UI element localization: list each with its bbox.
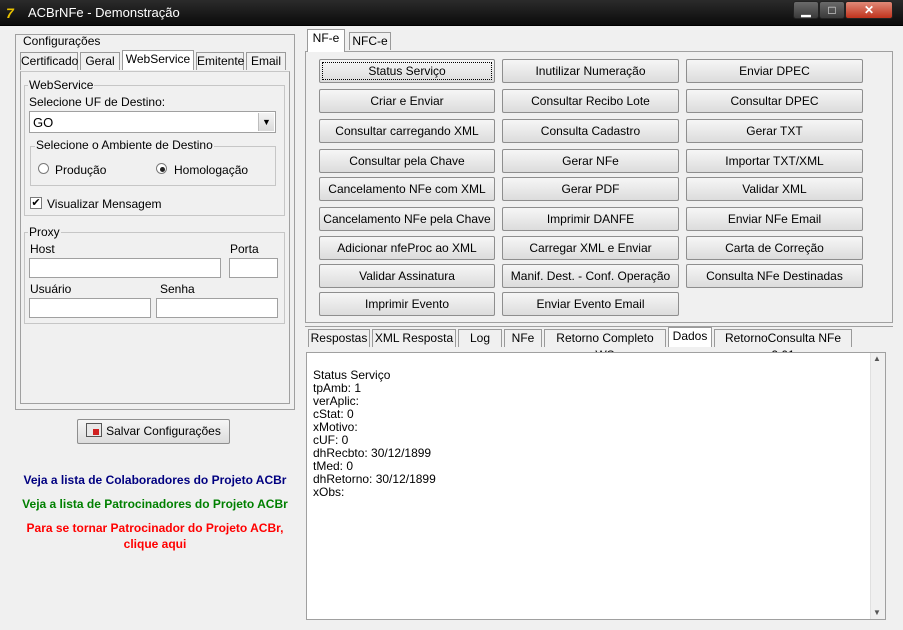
salvar-configuracoes-button[interactable]: Salvar Configurações	[77, 419, 230, 444]
enviar-evento-email-button[interactable]: Enviar Evento Email	[502, 292, 679, 316]
chevron-down-icon[interactable]: ▼	[258, 113, 274, 131]
usuario-label: Usuário	[30, 282, 72, 296]
scroll-down-icon[interactable]: ▼	[873, 608, 881, 617]
radio-homologacao[interactable]	[156, 163, 167, 174]
host-input[interactable]	[29, 258, 221, 278]
tab-nfe[interactable]: NF-e	[307, 29, 345, 52]
actions-panel: Status Serviço Criar e Enviar Consultar ca…	[305, 51, 893, 323]
cancelamento-nfe-pela-chave-button[interactable]: Cancelamento NFe pela Chave	[319, 207, 495, 231]
results-tabstrip: Respostas XML Resposta Log NFe Retorno Compl…	[308, 327, 888, 362]
radio-producao[interactable]	[38, 163, 49, 174]
link-patrocinadores[interactable]: Veja a lista de Patrocinadores do Projet…	[15, 496, 295, 512]
proxy-group-title: Proxy	[28, 225, 61, 239]
visualizar-checkbox[interactable]: ✔	[30, 197, 42, 209]
manif-dest-conf-operacao-button[interactable]: Manif. Dest. - Conf. Operação	[502, 264, 679, 288]
minimize-button[interactable]: ▁	[793, 1, 819, 19]
tab-nfce[interactable]: NFC-e	[349, 32, 391, 50]
usuario-input[interactable]	[29, 298, 151, 318]
tab-log[interactable]: Log	[458, 329, 502, 347]
close-button[interactable]: ✕	[845, 1, 893, 19]
tab-respostas[interactable]: Respostas	[308, 329, 370, 347]
memo-scrollbar[interactable]: ▲ ▼	[870, 353, 885, 619]
tab-webservice[interactable]: WebService	[122, 50, 194, 70]
tab-certificado[interactable]: Certificado	[20, 52, 78, 70]
tab-nfe[interactable]: NFe	[504, 329, 542, 347]
porta-input[interactable]	[229, 258, 278, 278]
webservice-group-title: WebService	[28, 78, 95, 92]
tab-retorno-completo-ws[interactable]: Retorno Completo WS	[544, 329, 666, 362]
scroll-up-icon[interactable]: ▲	[873, 354, 881, 363]
visualizar-label: Visualizar Mensagem	[47, 197, 162, 211]
senha-label: Senha	[160, 282, 195, 296]
memo-line: xObs:	[313, 485, 345, 499]
salvar-configuracoes-label: Salvar Configurações	[106, 424, 221, 438]
senha-input[interactable]	[156, 298, 278, 318]
cancelamento-nfe-com-xml-button[interactable]: Cancelamento NFe com XML	[319, 177, 495, 201]
validar-assinatura-button[interactable]: Validar Assinatura	[319, 264, 495, 288]
tab-xml-resposta[interactable]: XML Resposta	[372, 329, 456, 347]
status-servico-button[interactable]: Status Serviço	[319, 59, 495, 83]
config-tabstrip: Certificado Geral WebService Emitente Em…	[20, 50, 290, 72]
gerar-nfe-button[interactable]: Gerar NFe	[502, 149, 679, 173]
imprimir-evento-button[interactable]: Imprimir Evento	[319, 292, 495, 316]
consulta-nfe-destinadas-button[interactable]: Consulta NFe Destinadas	[686, 264, 863, 288]
uf-label: Selecione UF de Destino:	[29, 95, 166, 109]
porta-label: Porta	[230, 242, 259, 256]
enviar-dpec-button[interactable]: Enviar DPEC	[686, 59, 863, 83]
importar-txt-xml-button[interactable]: Importar TXT/XML	[686, 149, 863, 173]
consulta-cadastro-button[interactable]: Consulta Cadastro	[502, 119, 679, 143]
enviar-nfe-email-button[interactable]: Enviar NFe Email	[686, 207, 863, 231]
adicionar-nfeproc-ao-xml-button[interactable]: Adicionar nfeProc ao XML	[319, 236, 495, 260]
tab-dados[interactable]: Dados	[668, 327, 712, 347]
results-memo[interactable]: Status Serviço tpAmb: 1 verAplic: cStat: 0x…	[306, 352, 886, 620]
radio-homologacao-label: Homologação	[174, 163, 249, 177]
imprimir-danfe-button[interactable]: Imprimir DANFE	[502, 207, 679, 231]
consultar-dpec-button[interactable]: Consultar DPEC	[686, 89, 863, 113]
results-memo-text: Status Serviço tpAmb: 1 verAplic: cStat: 0x…	[313, 369, 436, 499]
uf-select[interactable]: GO ▼	[29, 111, 276, 133]
consultar-recibo-lote-button[interactable]: Consultar Recibo Lote	[502, 89, 679, 113]
app-7-icon: 7	[6, 5, 14, 21]
save-icon	[86, 423, 103, 437]
tab-email[interactable]: Email	[246, 52, 286, 70]
validar-xml-button[interactable]: Validar XML	[686, 177, 863, 201]
ambiente-group-title: Selecione o Ambiente de Destino	[35, 138, 214, 152]
host-label: Host	[30, 242, 55, 256]
inutilizar-numeracao-button[interactable]: Inutilizar Numeração	[502, 59, 679, 83]
gerar-pdf-button[interactable]: Gerar PDF	[502, 177, 679, 201]
tab-retornoconsulta-nfe-2-01[interactable]: RetornoConsulta NFe 2.01	[714, 329, 852, 362]
maximize-button[interactable]: □	[819, 1, 845, 19]
consultar-carregando-xml-button[interactable]: Consultar carregando XML	[319, 119, 495, 143]
uf-select-value: GO	[33, 115, 54, 130]
tab-geral[interactable]: Geral	[80, 52, 120, 70]
carta-de-correcao-button[interactable]: Carta de Correção	[686, 236, 863, 260]
link-tornar-patrocinador-line2[interactable]: clique aqui	[15, 536, 295, 552]
link-tornar-patrocinador-line1[interactable]: Para se tornar Patrocinador do Projeto A…	[15, 520, 295, 536]
link-colaboradores[interactable]: Veja a lista de Colaboradores do Projeto…	[15, 472, 295, 488]
gerar-txt-button[interactable]: Gerar TXT	[686, 119, 863, 143]
carregar-xml-e-enviar-button[interactable]: Carregar XML e Enviar	[502, 236, 679, 260]
config-group-title: Configurações	[22, 34, 102, 48]
consultar-pela-chave-button[interactable]: Consultar pela Chave	[319, 149, 495, 173]
radio-producao-label: Produção	[55, 163, 107, 177]
tab-emitente[interactable]: Emitente	[196, 52, 244, 70]
criar-e-enviar-button[interactable]: Criar e Enviar	[319, 89, 495, 113]
window-title: ACBrNFe - Demonstração	[28, 5, 180, 20]
